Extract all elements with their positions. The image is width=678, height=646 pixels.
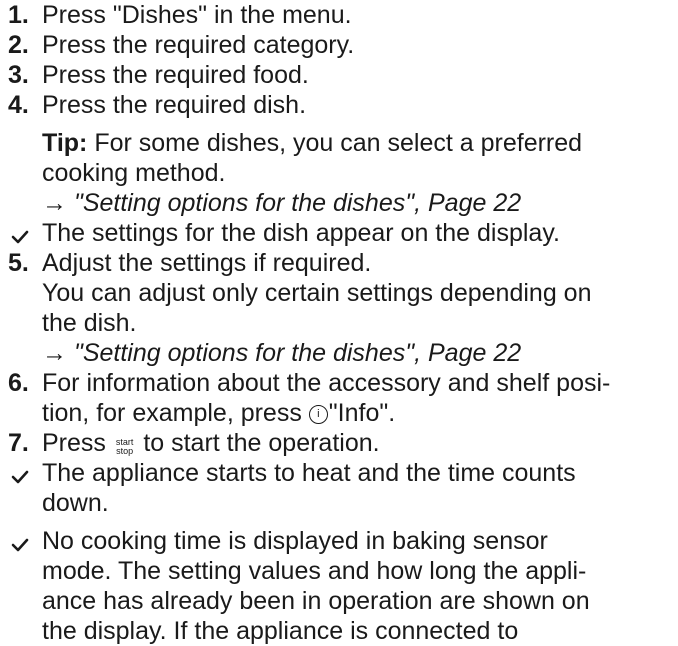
- tip-text-2: cooking method.: [42, 159, 226, 187]
- step-number: 6.: [8, 369, 29, 397]
- step-number: 7.: [8, 429, 29, 457]
- step-2: 2. Press the required category.: [8, 30, 678, 60]
- info-icon: i: [308, 405, 328, 424]
- result-text: The appliance starts to heat and the tim…: [42, 459, 576, 487]
- result-2: The appliance starts to heat and the tim…: [8, 458, 678, 518]
- step-number: 5.: [8, 249, 29, 277]
- stop-label: stop: [116, 446, 134, 456]
- step-3: 3. Press the required food.: [8, 60, 678, 90]
- step-number: 1.: [8, 1, 29, 29]
- info-label: "Info".: [328, 399, 396, 427]
- reference-text: "Setting options for the dishes", Page 2…: [67, 189, 522, 217]
- step-number: 3.: [8, 61, 29, 89]
- step-4: 4. Press the required dish.: [8, 90, 678, 120]
- step-7: 7. Press start stop to start the operatio…: [8, 428, 678, 458]
- step-text-3: the dish.: [42, 309, 137, 337]
- cross-reference-link[interactable]: → "Setting options for the dishes", Page…: [42, 188, 678, 218]
- result-text-2: mode. The setting values and how long th…: [42, 557, 587, 585]
- result-text: The settings for the dish appear on the …: [42, 219, 560, 247]
- step-text: Adjust the settings if required.: [42, 249, 372, 277]
- tip-label: Tip:: [42, 129, 88, 157]
- arrow-icon: →: [42, 189, 67, 217]
- step-text: Press "Dishes" in the menu.: [42, 1, 352, 29]
- result-text-2: down.: [42, 489, 109, 517]
- result-text-4: the display. If the appliance is connect…: [42, 617, 519, 645]
- step-text-2: tion, for example, press: [42, 399, 309, 427]
- step-text-2: to start the operation.: [136, 429, 380, 457]
- result-text: No cooking time is displayed in baking s…: [42, 527, 548, 555]
- start-stop-icon: start stop: [116, 438, 134, 456]
- step-6: 6. For information about the accessory a…: [8, 368, 678, 428]
- step-text: For information about the accessory and …: [42, 369, 611, 397]
- step-text: Press the required food.: [42, 61, 309, 89]
- result-1: The settings for the dish appear on the …: [8, 218, 678, 248]
- reference-text: "Setting options for the dishes", Page 2…: [67, 339, 522, 367]
- step-5: 5. Adjust the settings if required. You …: [8, 248, 678, 368]
- arrow-icon: →: [42, 339, 67, 367]
- checkmark-icon: [11, 538, 29, 552]
- result-3: No cooking time is displayed in baking s…: [8, 526, 678, 646]
- cross-reference-link[interactable]: → "Setting options for the dishes", Page…: [42, 338, 678, 368]
- step-number: 2.: [8, 31, 29, 59]
- tip-block: Tip: For some dishes, you can select a p…: [8, 128, 678, 218]
- step-text: Press the required category.: [42, 31, 355, 59]
- result-text-3: ance has already been in operation are s…: [42, 587, 590, 615]
- step-number: 4.: [8, 91, 29, 119]
- instructions-page: 1. Press "Dishes" in the menu. 2. Press …: [0, 0, 678, 645]
- checkmark-icon: [11, 470, 29, 484]
- step-text-2: You can adjust only certain settings dep…: [42, 279, 592, 307]
- step-text: Press: [42, 429, 113, 457]
- step-1: 1. Press "Dishes" in the menu.: [8, 0, 678, 30]
- step-text: Press the required dish.: [42, 91, 307, 119]
- checkmark-icon: [11, 230, 29, 244]
- tip-text: For some dishes, you can select a prefer…: [87, 129, 583, 157]
